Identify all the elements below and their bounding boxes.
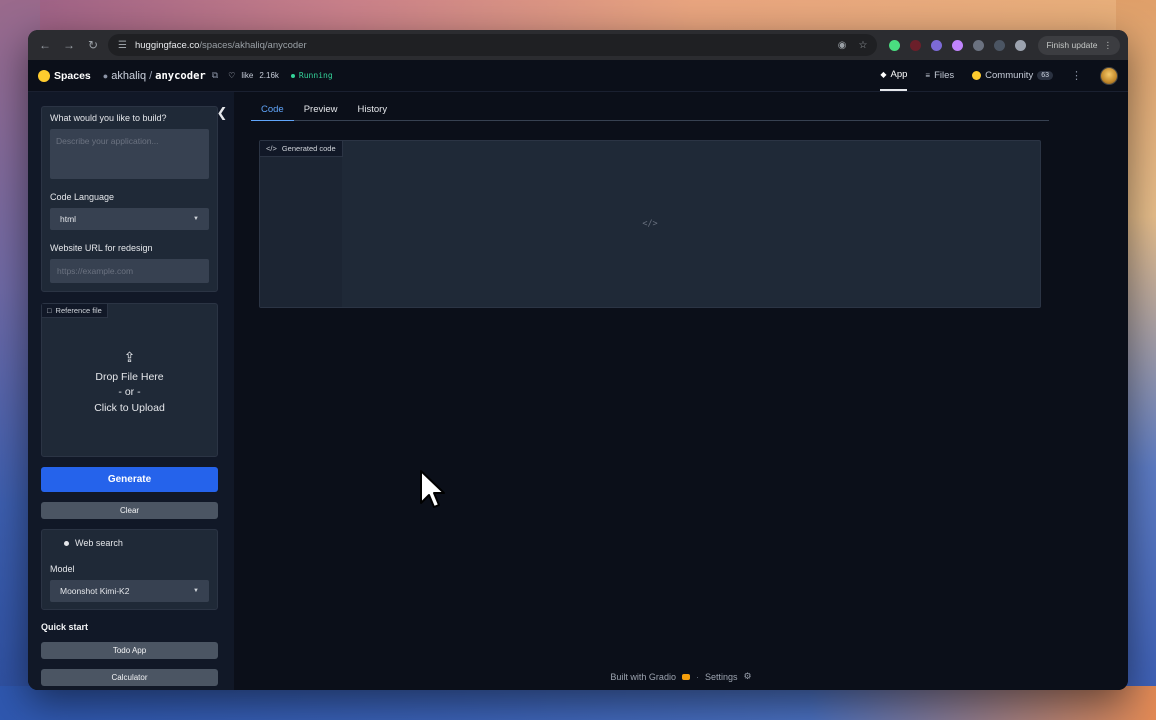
chevron-down-icon: ▼	[193, 216, 199, 222]
code-placeholder-icon: </>	[642, 219, 658, 229]
back-arrow-icon[interactable]: ←	[36, 36, 54, 54]
community-icon	[972, 71, 982, 80]
puzzle-icon[interactable]	[973, 39, 985, 51]
content-tabs: Code Preview History	[251, 101, 1049, 121]
upload-instructions: ⇪ Drop File Here - or - Click to Upload	[42, 349, 217, 416]
repo-owner[interactable]: akhaliq	[111, 70, 146, 82]
extension-icon[interactable]	[889, 39, 901, 51]
extension-icon[interactable]	[952, 39, 964, 51]
build-panel: What would you like to build? Describe y…	[41, 106, 218, 292]
repo-name[interactable]: anycoder	[155, 70, 206, 82]
status-badge: Running	[290, 71, 333, 80]
community-count-badge: 63	[1037, 71, 1053, 80]
build-label: What would you like to build?	[50, 113, 167, 123]
bookmark-star-icon[interactable]: ☆	[858, 40, 867, 51]
repo-breadcrumb: ● akhaliq / anycoder ⧉	[103, 70, 218, 82]
like-count: 2.16k	[259, 71, 279, 80]
tab-files[interactable]: ≡ Files	[925, 60, 954, 91]
browser-window: ← → ↻ ☰ huggingface.co/spaces/akhaliq/an…	[28, 30, 1128, 690]
spaces-logo[interactable]: Spaces	[38, 69, 91, 82]
quick-start-title: Quick start	[41, 622, 89, 632]
settings-gear-icon[interactable]: ⚙	[743, 671, 751, 682]
status-dot-icon	[290, 73, 295, 78]
collapse-sidebar-icon[interactable]: ❮	[215, 105, 229, 121]
settings-link[interactable]: Settings	[705, 672, 738, 682]
reference-file-label: □ Reference file	[42, 304, 108, 318]
extension-icon[interactable]	[931, 39, 943, 51]
desktop-wallpaper-bottom	[0, 686, 1156, 720]
app-main: What would you like to build? Describe y…	[28, 92, 1128, 690]
drop-file-text: Drop File Here	[95, 370, 164, 383]
build-textarea[interactable]: Describe your application...	[50, 129, 209, 179]
sidebar-toggle-icon[interactable]	[994, 39, 1006, 51]
code-gutter	[260, 157, 342, 307]
app-icon: ◆	[880, 70, 887, 79]
chevron-down-icon: ▼	[193, 588, 199, 594]
url-text: huggingface.co/spaces/akhaliq/anycoder	[134, 39, 307, 51]
tab-preview[interactable]: Preview	[294, 101, 348, 121]
reload-icon[interactable]: ↻	[84, 36, 102, 54]
profile-icon[interactable]	[1015, 39, 1027, 51]
file-upload-dropzone[interactable]: □ Reference file ⇪ Drop File Here - or -…	[41, 303, 218, 457]
copy-icon[interactable]: ⧉	[212, 70, 218, 81]
hugging-face-icon	[38, 69, 50, 82]
quick-start-todo-button[interactable]: Todo App	[41, 642, 218, 659]
model-select[interactable]: Moonshot Kimi-K2 ▼	[50, 580, 209, 602]
address-bar[interactable]: ☰ huggingface.co/spaces/akhaliq/anycoder…	[108, 34, 878, 56]
generated-code-box[interactable]: </> Generated code </>	[259, 140, 1041, 308]
extensions-area	[883, 39, 1032, 51]
user-avatar[interactable]	[1100, 66, 1118, 85]
file-icon: □	[47, 306, 52, 315]
tab-app[interactable]: ◆ App	[880, 60, 908, 91]
footer-separator: ·	[695, 671, 699, 682]
gradio-logo-icon	[681, 673, 690, 680]
generate-button[interactable]: Generate	[41, 467, 218, 492]
tab-history[interactable]: History	[348, 101, 398, 121]
tab-community[interactable]: Community 63	[972, 60, 1053, 91]
sidebar: What would you like to build? Describe y…	[28, 92, 234, 690]
footer: Built with Gradio · Settings ⚙	[28, 671, 1128, 682]
heart-icon: ♡	[228, 71, 236, 80]
web-search-checkbox[interactable]: Web search	[64, 538, 209, 548]
code-language-label: Code Language	[50, 192, 115, 202]
more-vert-icon: ⋮	[1103, 39, 1113, 50]
options-panel: Web search Model Moonshot Kimi-K2 ▼	[41, 529, 218, 610]
site-info-icon[interactable]: ☰	[118, 40, 127, 51]
repo-separator: /	[149, 69, 153, 82]
content-area: Code Preview History </> Generated code …	[234, 92, 1128, 690]
built-with-gradio-link[interactable]: Built with Gradio	[610, 672, 676, 682]
forward-arrow-icon[interactable]: →	[60, 36, 78, 54]
website-url-input[interactable]: https://example.com	[50, 259, 209, 283]
extension-icon[interactable]	[910, 39, 922, 51]
hf-tabs: ◆ App ≡ Files Community 63 ⋮	[880, 60, 1118, 91]
eye-off-icon[interactable]: ◉	[838, 40, 847, 51]
checkbox-icon	[64, 540, 69, 546]
browser-toolbar: ← → ↻ ☰ huggingface.co/spaces/akhaliq/an…	[28, 30, 1128, 60]
or-text: - or -	[118, 386, 141, 398]
clear-button[interactable]: Clear	[41, 502, 218, 519]
desktop-wallpaper	[0, 0, 1156, 34]
model-label: Model	[50, 564, 75, 574]
like-button[interactable]: ♡ like 2.16k	[228, 71, 279, 80]
website-url-label: Website URL for redesign	[50, 243, 153, 253]
hf-header: Spaces ● akhaliq / anycoder ⧉ ♡ like 2.1…	[28, 60, 1128, 92]
upload-icon: ⇪	[123, 349, 136, 365]
mouse-cursor-icon	[420, 470, 445, 508]
tab-code[interactable]: Code	[251, 101, 294, 121]
code-language-select[interactable]: html ▼	[50, 208, 209, 230]
finish-update-button[interactable]: Finish update ⋮	[1038, 35, 1120, 55]
click-upload-text: Click to Upload	[94, 401, 165, 414]
owner-avatar-icon: ●	[102, 70, 109, 81]
code-icon: </>	[266, 144, 277, 153]
generated-code-label: </> Generated code	[260, 141, 343, 157]
files-icon: ≡	[925, 71, 931, 80]
more-options-icon[interactable]: ⋮	[1071, 69, 1082, 82]
